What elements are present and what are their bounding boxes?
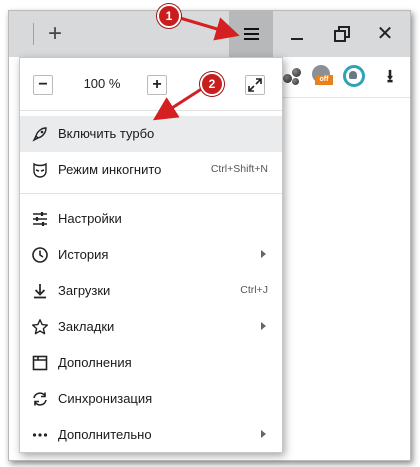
annotation-badge-1: 1 xyxy=(157,4,181,28)
annotation-badge-2: 2 xyxy=(200,72,224,96)
annotation-arrow-2 xyxy=(152,86,204,121)
annotation-arrows xyxy=(152,16,240,121)
annotation-arrow-1 xyxy=(179,16,240,41)
